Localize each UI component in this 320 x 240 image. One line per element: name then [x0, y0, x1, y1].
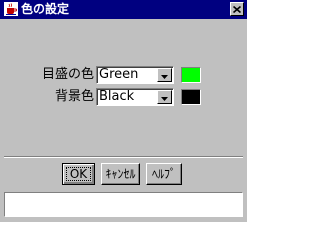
cancel-button-label: ｷｬﾝｾﾙ	[105, 167, 136, 181]
window-title: 色の設定	[21, 2, 70, 16]
background-color-swatch	[181, 89, 201, 105]
scale-color-swatch	[181, 67, 201, 83]
scale-color-value: Green	[99, 67, 139, 82]
background-color-value: Black	[99, 89, 135, 104]
background-color-dropdown-button[interactable]	[157, 90, 172, 104]
cancel-button[interactable]: ｷｬﾝｾﾙ	[101, 163, 140, 185]
help-button[interactable]: ﾍﾙﾌﾟ	[146, 163, 182, 185]
java-cup-icon	[4, 2, 18, 16]
background-color-label: 背景色	[54, 89, 94, 104]
color-settings-dialog: 色の設定 目盛の色 Green 背景色 Black OK ｷｬﾝｾﾙ ﾍﾙﾌﾟ	[0, 0, 247, 222]
title-bar[interactable]: 色の設定	[0, 0, 247, 19]
chevron-down-icon	[161, 90, 168, 104]
help-button-label: ﾍﾙﾌﾟ	[151, 167, 176, 181]
separator	[4, 156, 243, 158]
scale-color-dropdown-button[interactable]	[157, 68, 172, 82]
scale-color-label: 目盛の色	[42, 67, 95, 82]
chevron-down-icon	[161, 68, 168, 82]
ok-button-label: OK	[69, 167, 88, 181]
ok-button[interactable]: OK	[62, 163, 95, 185]
scale-color-select[interactable]: Green	[96, 66, 174, 84]
message-area	[4, 192, 243, 217]
close-icon	[233, 5, 241, 13]
close-button[interactable]	[230, 2, 244, 16]
background-color-select[interactable]: Black	[96, 88, 174, 106]
